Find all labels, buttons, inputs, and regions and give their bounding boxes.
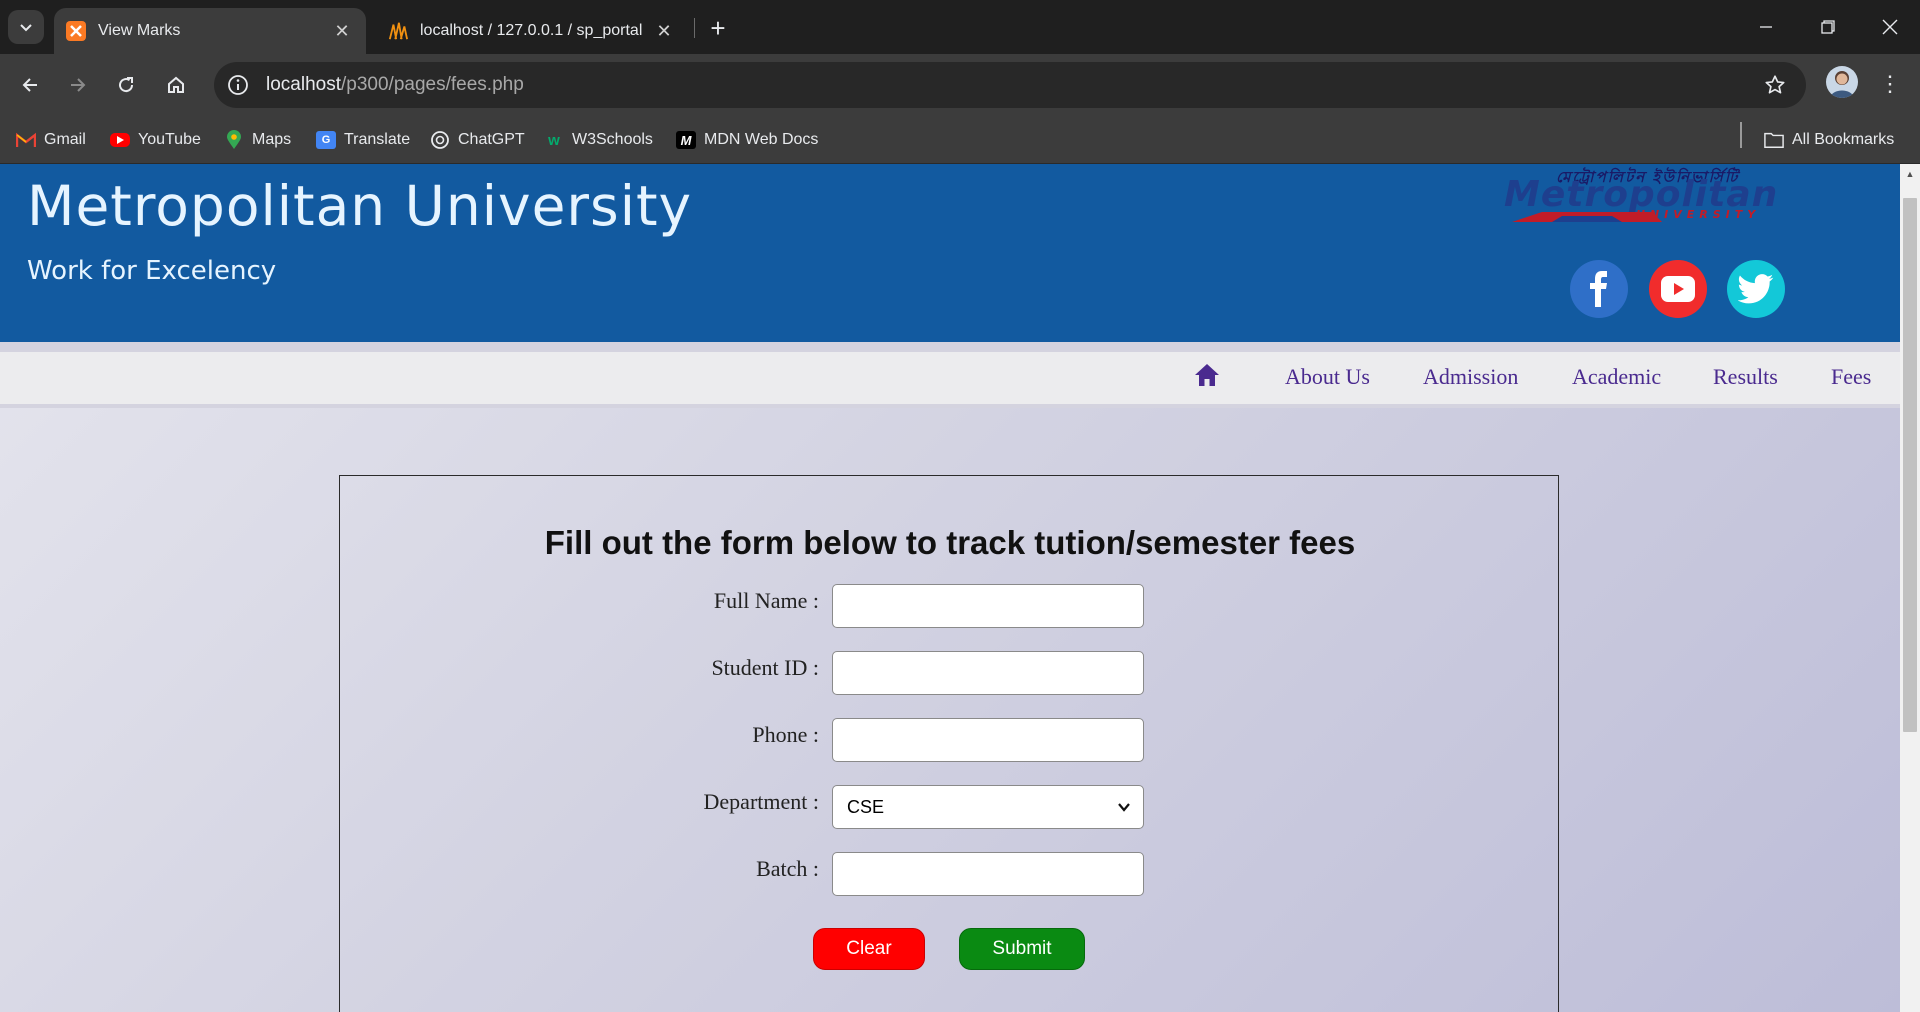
profile-avatar[interactable] — [1826, 66, 1858, 98]
page-scrollbar[interactable]: ▲ — [1900, 164, 1920, 1012]
scroll-up-arrow-icon[interactable]: ▲ — [1900, 164, 1920, 184]
reload-icon — [119, 77, 134, 93]
arrow-left-icon — [22, 78, 37, 92]
arrow-right-icon — [71, 78, 86, 92]
window-close-button[interactable] — [1868, 8, 1912, 46]
gmail-icon — [16, 131, 36, 149]
department-label: Department : — [703, 789, 819, 814]
youtube-button[interactable] — [1649, 260, 1707, 318]
minimize-icon — [1760, 26, 1772, 28]
browser-toolbar: localhost/p300/pages/fees.php ⋮ — [0, 54, 1920, 116]
department-selected-value: CSE — [847, 796, 885, 817]
bookmark-gmail[interactable]: Gmail — [16, 126, 86, 154]
site-nav-bar: About Us Admission Academic Results Fees — [0, 342, 1900, 408]
site-header: Metropolitan University Work for Excelen… — [0, 164, 1900, 342]
facebook-button[interactable] — [1570, 260, 1628, 318]
restore-button[interactable] — [1806, 8, 1850, 46]
forward-button[interactable] — [60, 67, 96, 103]
browser-tab-bar: View Marks ✕ localhost / 127.0.0.1 / sp_… — [0, 0, 1920, 54]
chevron-down-icon — [1118, 803, 1130, 812]
batch-label: Batch : — [756, 856, 819, 881]
scrollbar-thumb[interactable] — [1903, 198, 1917, 732]
bookmark-w3schools[interactable]: w W3Schools — [544, 126, 653, 154]
tab-separator — [694, 18, 695, 38]
phpmyadmin-icon — [388, 21, 408, 41]
submit-button[interactable]: Submit — [959, 928, 1085, 970]
clear-button[interactable]: Clear — [813, 928, 925, 970]
site-info-icon[interactable] — [220, 67, 256, 103]
youtube-icon — [110, 133, 130, 147]
tab-title: localhost / 127.0.0.1 / sp_portal — [420, 22, 643, 39]
tab-phpmyadmin[interactable]: localhost / 127.0.0.1 / sp_portal ✕ — [376, 8, 688, 54]
home-icon[interactable] — [1194, 362, 1220, 388]
close-icon — [1882, 19, 1898, 35]
student-id-input[interactable] — [832, 651, 1144, 695]
browser-menu-icon[interactable]: ⋮ — [1874, 66, 1906, 102]
department-select[interactable]: CSE — [832, 785, 1144, 829]
nav-about-us[interactable]: About Us — [1285, 364, 1370, 390]
home-button[interactable] — [158, 67, 194, 103]
minimize-button[interactable] — [1744, 8, 1788, 46]
fees-form: Fill out the form below to track tution/… — [339, 475, 1559, 1012]
folder-icon — [1764, 131, 1784, 149]
reload-button[interactable] — [108, 67, 144, 103]
twitter-icon — [1738, 274, 1774, 304]
chatgpt-icon — [430, 131, 450, 149]
phone-input[interactable] — [832, 718, 1144, 762]
twitter-button[interactable] — [1727, 260, 1785, 318]
nav-results[interactable]: Results — [1713, 364, 1778, 390]
url-text: localhost/p300/pages/fees.php — [266, 74, 524, 95]
bookmarks-divider — [1740, 122, 1742, 148]
bookmark-star-icon[interactable] — [1758, 68, 1792, 102]
tab-view-marks[interactable]: View Marks ✕ — [54, 8, 366, 54]
bookmark-mdn[interactable]: M MDN Web Docs — [676, 126, 818, 154]
university-logo[interactable]: মেট্রোপলিটন ইউনিভার্সিটি Metropolitan UN… — [1500, 166, 1860, 230]
translate-icon: G — [316, 131, 336, 149]
w3schools-icon: w — [548, 131, 560, 149]
nav-fees[interactable]: Fees — [1831, 364, 1871, 390]
full-name-input[interactable] — [832, 584, 1144, 628]
home-icon — [168, 76, 184, 93]
bookmarks-bar: Gmail YouTube Maps G Translate ChatGPT w… — [0, 116, 1920, 164]
full-name-label: Full Name : — [713, 588, 819, 613]
bookmark-youtube[interactable]: YouTube — [110, 126, 201, 154]
student-id-label: Student ID : — [711, 655, 819, 680]
address-bar[interactable]: localhost/p300/pages/fees.php — [214, 62, 1806, 108]
close-icon[interactable]: ✕ — [650, 17, 678, 45]
bookmark-chatgpt[interactable]: ChatGPT — [430, 126, 525, 154]
back-button[interactable] — [12, 67, 48, 103]
form-heading: Fill out the form below to track tution/… — [544, 524, 1356, 561]
new-tab-button[interactable]: + — [702, 12, 734, 44]
batch-input[interactable] — [832, 852, 1144, 896]
mdn-icon: M — [676, 131, 696, 149]
xampp-icon — [66, 21, 86, 41]
page-viewport: Metropolitan University Work for Excelen… — [0, 164, 1900, 1012]
nav-admission[interactable]: Admission — [1423, 364, 1518, 390]
maps-pin-icon — [224, 130, 244, 149]
phone-label: Phone : — [752, 722, 819, 747]
all-bookmarks-button[interactable]: All Bookmarks — [1764, 126, 1894, 154]
site-tagline: Work for Excelency — [27, 256, 277, 286]
restore-icon — [1821, 20, 1835, 34]
youtube-icon — [1661, 276, 1695, 302]
bookmark-maps[interactable]: Maps — [224, 126, 291, 154]
nav-academic[interactable]: Academic — [1572, 364, 1661, 390]
chevron-down-icon — [20, 24, 32, 32]
tab-title: View Marks — [98, 22, 181, 39]
close-icon[interactable]: ✕ — [328, 17, 356, 45]
facebook-icon — [1590, 271, 1607, 307]
site-title: Metropolitan University — [27, 174, 693, 238]
tab-search-button[interactable] — [8, 10, 44, 44]
bookmark-translate[interactable]: G Translate — [316, 126, 410, 154]
